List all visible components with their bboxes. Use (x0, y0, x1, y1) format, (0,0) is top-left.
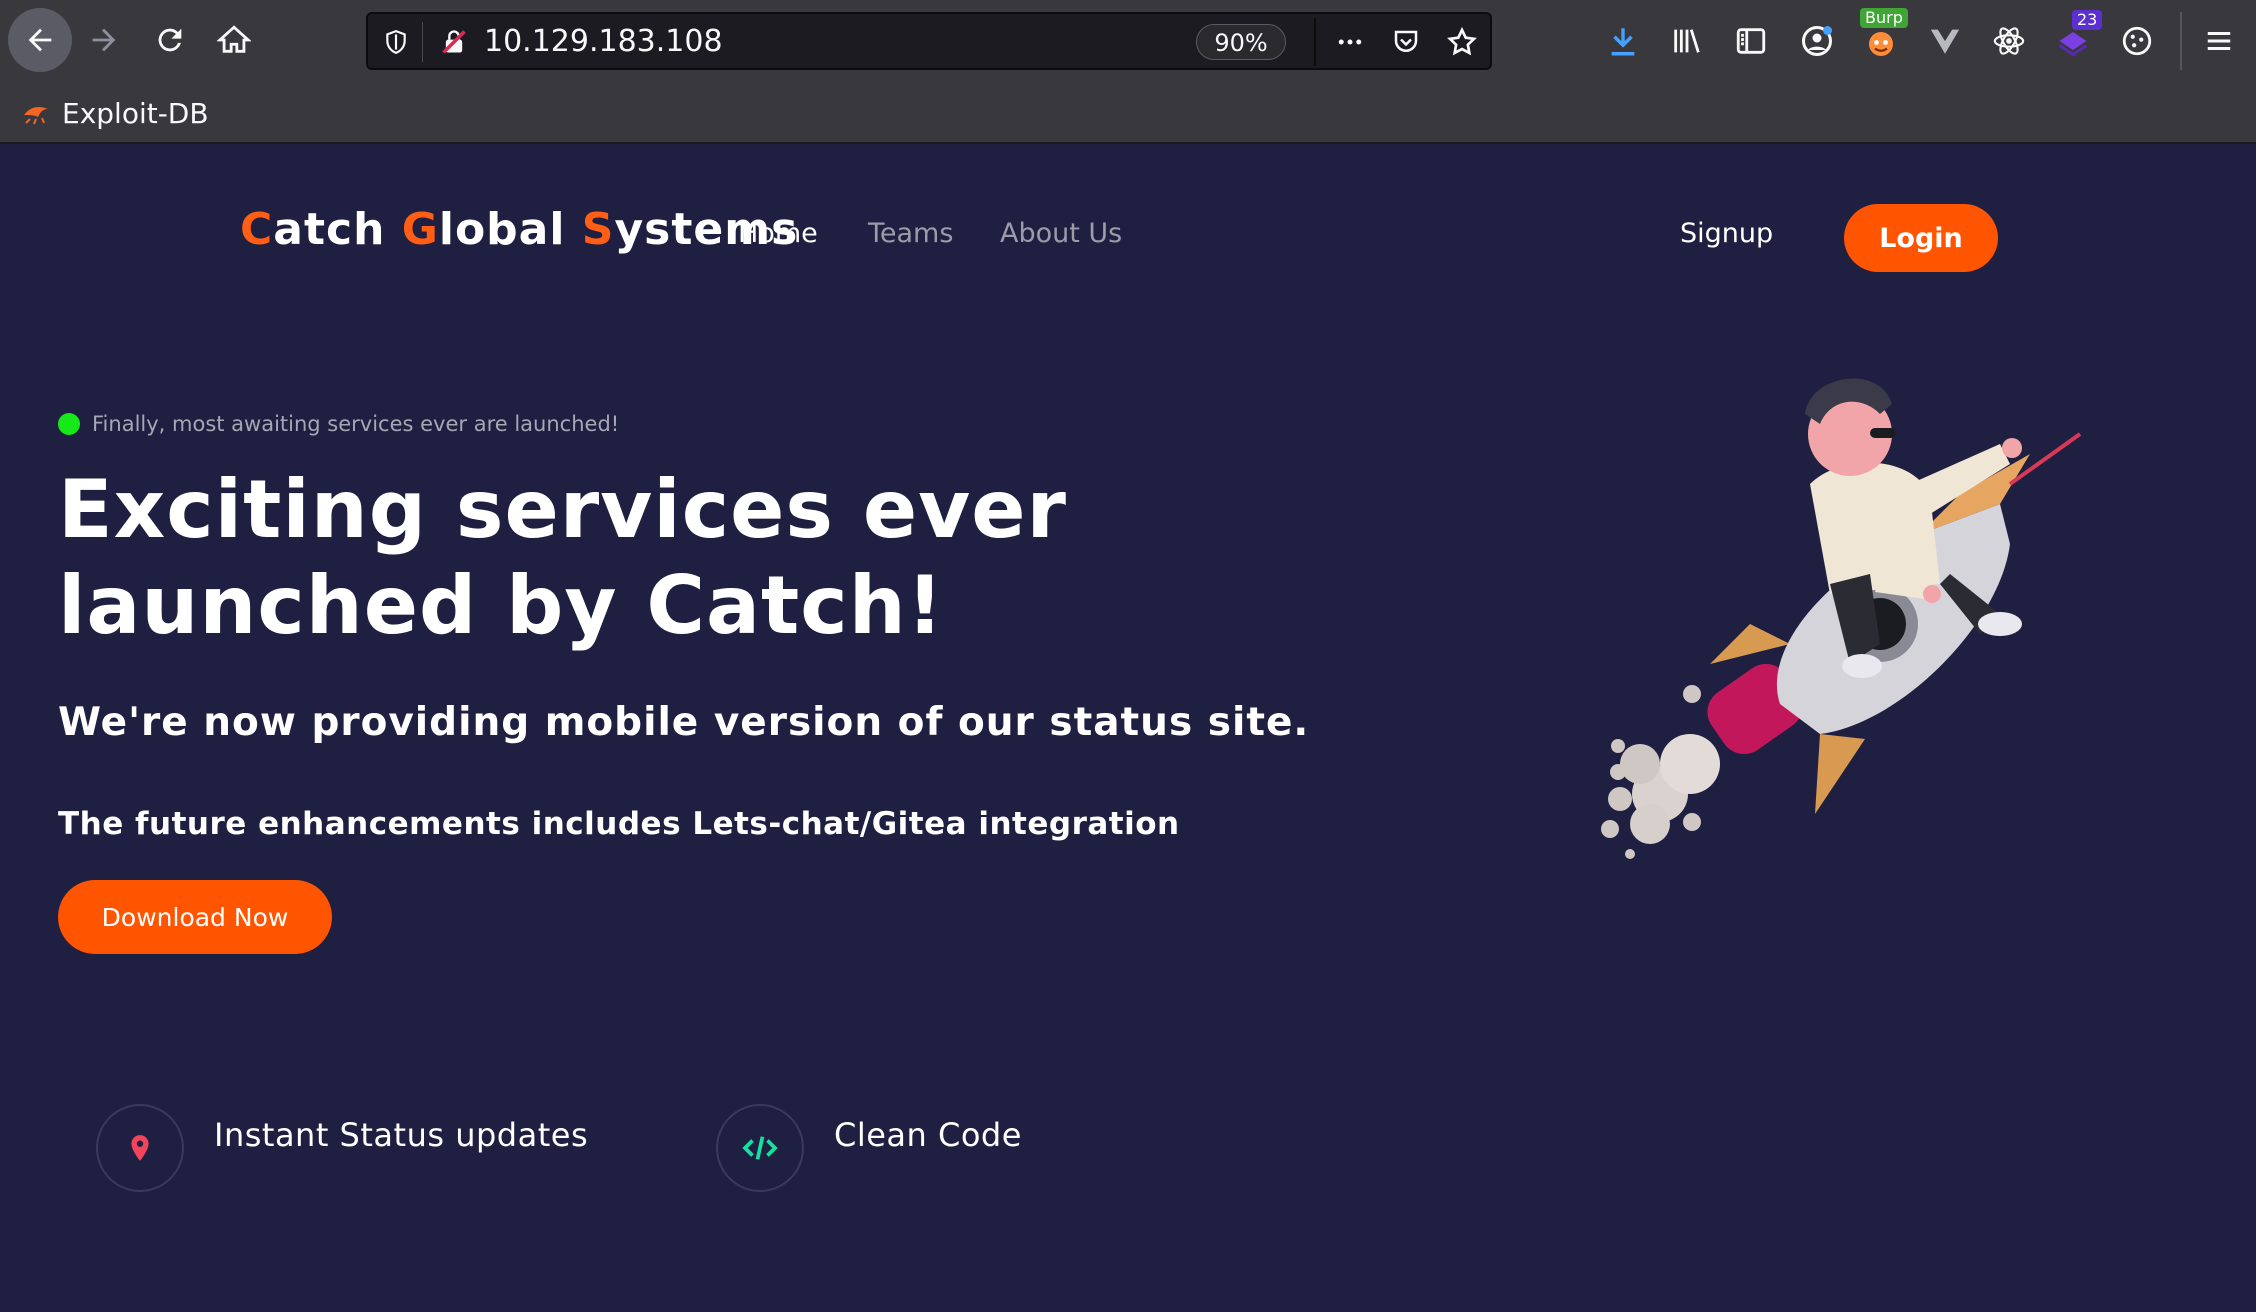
nav-teams[interactable]: Teams (868, 218, 953, 249)
home-icon (217, 25, 251, 53)
burp-badge: Burp (1860, 8, 1908, 28)
burp-extension-icon[interactable]: Burp (1858, 8, 1908, 64)
menu-icon[interactable] (2196, 18, 2242, 64)
logo-letter: G (401, 204, 439, 255)
reload-button[interactable] (138, 8, 202, 72)
page-content: Catch Global Systems Home Teams About Us… (0, 144, 2256, 1312)
url-separator (422, 22, 423, 62)
logo-letter: S (581, 204, 615, 255)
login-button[interactable]: Login (1844, 204, 1998, 272)
status-text: Finally, most awaiting services ever are… (92, 412, 620, 436)
logo-text: atch (273, 204, 402, 255)
tracking-shield-icon[interactable] (378, 24, 414, 60)
status-dot (58, 413, 80, 435)
logo-text: lobal (438, 204, 582, 255)
code-icon (742, 1136, 778, 1160)
signup-link[interactable]: Signup (1680, 218, 1773, 249)
hero-note: The future enhancements includes Lets-ch… (58, 806, 1180, 842)
site-logo[interactable]: Catch Global Systems (240, 204, 798, 255)
bookmark-exploit-db[interactable]: Exploit-DB (22, 96, 209, 130)
library-icon[interactable] (1664, 18, 1710, 64)
feature-label: Clean Code (834, 1116, 1022, 1154)
url-bar[interactable]: 10.129.183.108 90% (366, 12, 1492, 70)
sidebar-icon[interactable] (1728, 18, 1774, 64)
hero-subtitle: We're now providing mobile version of ou… (58, 700, 1310, 745)
nav-home[interactable]: Home (738, 218, 818, 249)
exploit-db-icon (24, 107, 48, 125)
hero-title: Exciting services ever launched by Catch… (58, 463, 1067, 652)
page-actions-icon[interactable] (1330, 22, 1370, 62)
download-now-button[interactable]: Download Now (58, 880, 332, 954)
nav-about-us[interactable]: About Us (1000, 218, 1122, 249)
reload-icon (158, 28, 182, 52)
feature-label: Instant Status updates (214, 1116, 589, 1154)
url-text[interactable]: 10.129.183.108 (484, 24, 723, 60)
map-pin-icon (131, 1135, 149, 1161)
bookmarks-toolbar (0, 84, 2256, 144)
arrow-right-icon (92, 28, 116, 52)
logo-letter: C (240, 204, 274, 255)
extension-stack-icon[interactable]: 23 (2050, 10, 2103, 64)
rocket-rider-illustration (1601, 378, 2082, 859)
back-button[interactable] (8, 8, 72, 72)
pocket-icon[interactable] (1386, 22, 1426, 62)
toolbar-separator (2180, 12, 2182, 70)
download-icon[interactable] (1600, 18, 1646, 64)
notification-count-badge: 23 (2072, 10, 2103, 30)
url-separator (1314, 18, 1316, 66)
vue-devtools-icon[interactable] (1922, 18, 1968, 64)
home-button[interactable] (202, 8, 266, 72)
insecure-lock-icon[interactable] (436, 24, 472, 60)
zoom-level-button[interactable]: 90% (1196, 24, 1286, 60)
launch-status: Finally, most awaiting services ever are… (58, 412, 619, 436)
cookie-icon[interactable] (2114, 18, 2160, 64)
forward-button[interactable] (72, 8, 136, 72)
feature-icon-wrapper (96, 1104, 184, 1192)
bookmark-star-icon[interactable] (1442, 22, 1482, 62)
account-icon[interactable] (1794, 18, 1840, 64)
react-devtools-icon[interactable] (1986, 18, 2032, 64)
arrow-left-icon (28, 28, 52, 52)
feature-icon-wrapper (716, 1104, 804, 1192)
bookmark-label: Exploit-DB (62, 96, 209, 130)
